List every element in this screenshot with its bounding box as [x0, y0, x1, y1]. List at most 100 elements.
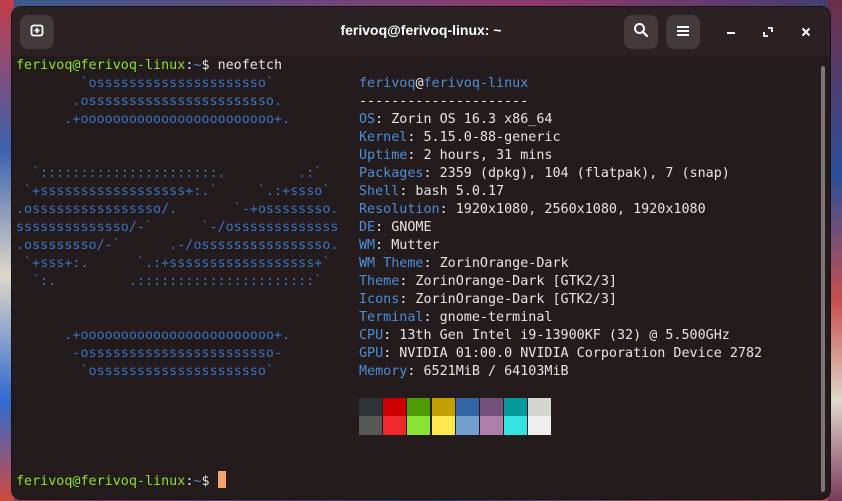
info-key: OS: [359, 112, 376, 127]
info-row: Resolution: 1920x1080, 2560x1080, 1920x1…: [359, 201, 706, 219]
info-key: CPU: [359, 328, 384, 343]
info-row: Icons: ZorinOrange-Dark [GTK2/3]: [359, 291, 617, 309]
close-icon: [800, 23, 812, 42]
palette-swatch: [383, 416, 407, 435]
maximize-icon: [762, 23, 774, 42]
prompt-user-host: ferivoq@ferivoq-linux: [16, 58, 186, 73]
info-key: Kernel: [359, 130, 408, 145]
palette-swatch: [455, 398, 479, 417]
info-key: Shell: [359, 184, 400, 199]
maximize-button[interactable]: [755, 19, 781, 45]
info-row: CPU: 13th Gen Intel i9-13900KF (32) @ 5.…: [359, 327, 730, 345]
info-row: Theme: ZorinOrange-Dark [GTK2/3]: [359, 273, 617, 291]
info-key: Terminal: [359, 310, 424, 325]
palette-swatch: [480, 416, 503, 435]
info-value: : GNOME: [375, 220, 432, 235]
prompt-symbol: $: [201, 474, 210, 489]
info-value: : 2359 (dpkg), 104 (flatpak), 7 (snap): [423, 166, 730, 181]
logo-line: `osssssssssssssssssssso`: [16, 76, 274, 91]
logo-line: -osssssssssssssssssssssso-: [16, 346, 283, 361]
palette-swatch: [407, 416, 431, 435]
info-row: WM: Mutter: [359, 237, 440, 255]
prompt-line-current: ferivoq@ferivoq-linux:~$: [16, 471, 226, 489]
prompt-symbol: $: [201, 58, 210, 73]
palette-swatch: [359, 398, 382, 417]
info-key: DE: [359, 220, 376, 235]
search-button[interactable]: [624, 15, 658, 49]
palette-swatch: [504, 398, 528, 417]
logo-line: `osssssssssssssssssssso`: [16, 364, 274, 379]
palette-swatch: [383, 398, 407, 417]
prompt-user-host: ferivoq@ferivoq-linux: [16, 474, 186, 489]
info-value: : Mutter: [375, 238, 440, 253]
terminal-window: ferivoq@ferivoq-linux: ~ ferivoq@ferivoq…: [12, 7, 830, 499]
info-row: Uptime: 2 hours, 31 mins: [359, 147, 553, 165]
info-key: Packages: [359, 166, 424, 181]
titlebar: ferivoq@ferivoq-linux: ~: [12, 7, 830, 56]
info-value: : 5.15.0-88-generic: [407, 130, 561, 145]
desktop-wallpaper-right: [828, 0, 842, 501]
info-row: OS: Zorin OS 16.3 x86_64: [359, 111, 553, 129]
info-value: : NVIDIA 01:00.0 NVIDIA Corporation Devi…: [383, 346, 763, 361]
logo-line: .+oooooooooooooooooooooooo+.: [16, 328, 291, 343]
info-value: : gnome-terminal: [423, 310, 553, 325]
palette-swatch: [480, 398, 503, 417]
logo-line: .ossssssso/-` .-/ossssssssssssssso.: [16, 238, 339, 253]
prompt-command: neofetch: [217, 58, 283, 73]
info-key: Uptime: [359, 148, 408, 163]
logo-line: .osssssssssssssssssssssso.: [16, 94, 283, 109]
logo-line: `::::::::::::::::::::::. .:`: [16, 166, 323, 181]
logo-line: `:. .::::::::::::::::::::::`: [16, 274, 323, 289]
palette-swatch: [528, 398, 552, 417]
info-key: Resolution: [359, 202, 440, 217]
info-row: Memory: 6521MiB / 64103MiB: [359, 363, 569, 381]
logo-line: .ossssssssssssssso/. `-+ossssssso.: [16, 202, 339, 217]
info-value: : ZorinOrange-Dark: [423, 256, 569, 271]
minimize-button[interactable]: [718, 19, 744, 45]
palette-swatch: [504, 416, 528, 435]
info-header: ferivoq@ferivoq-linux: [359, 75, 528, 93]
palette-swatch: [407, 398, 431, 417]
info-user: ferivoq: [359, 76, 416, 91]
search-icon: [633, 22, 649, 42]
info-row: GPU: NVIDIA 01:00.0 NVIDIA Corporation D…: [359, 345, 762, 363]
info-row: Shell: bash 5.0.17: [359, 183, 504, 201]
hamburger-menu-icon: [676, 23, 690, 42]
info-key: WM Theme: [359, 256, 424, 271]
info-value: : ZorinOrange-Dark [GTK2/3]: [399, 292, 617, 307]
logo-line: `+ssssssssssssssssss+:.` `.:+ssso`: [16, 184, 331, 199]
minimize-icon: [725, 23, 737, 42]
info-key: GPU: [359, 346, 384, 361]
info-value: : 6521MiB / 64103MiB: [407, 364, 569, 379]
logo-line: ssssssssssssso/-` `-/osssssssssssss: [16, 220, 339, 235]
logo-line: .+oooooooooooooooooooooooo+.: [16, 112, 291, 127]
scrollbar[interactable]: [821, 66, 825, 492]
palette-swatch: [431, 416, 455, 435]
close-button[interactable]: [793, 19, 819, 45]
info-value: : ZorinOrange-Dark [GTK2/3]: [399, 274, 617, 289]
info-value: : bash 5.0.17: [399, 184, 505, 199]
window-title: ferivoq@ferivoq-linux: ~: [340, 22, 502, 38]
menu-button[interactable]: [666, 15, 700, 49]
info-host: ferivoq-linux: [423, 76, 529, 91]
info-value: : 13th Gen Intel i9-13900KF (32) @ 5.500…: [383, 328, 730, 343]
info-key: Icons: [359, 292, 400, 307]
info-row: DE: GNOME: [359, 219, 432, 237]
prompt-line: ferivoq@ferivoq-linux:~$ neofetch: [16, 58, 283, 73]
info-key: WM: [359, 238, 376, 253]
info-separator: ---------------------: [359, 94, 529, 109]
text-cursor: [217, 471, 226, 488]
info-row: Terminal: gnome-terminal: [359, 309, 553, 327]
terminal-output[interactable]: ferivoq@ferivoq-linux:~$ neofetch `ossss…: [12, 56, 830, 499]
info-value: : 2 hours, 31 mins: [407, 148, 553, 163]
info-key: Memory: [359, 364, 408, 379]
palette-swatch: [455, 416, 479, 435]
logo-line: `+sss+:. `.:+ssssssssssssssssss+`: [16, 256, 331, 271]
palette-swatch: [528, 416, 552, 435]
info-key: Theme: [359, 274, 400, 289]
info-row: Packages: 2359 (dpkg), 104 (flatpak), 7 …: [359, 165, 730, 183]
info-row: Kernel: 5.15.0-88-generic: [359, 129, 561, 147]
info-at: @: [415, 76, 424, 91]
info-value: : Zorin OS 16.3 x86_64: [375, 112, 553, 127]
palette-swatch: [431, 398, 455, 417]
